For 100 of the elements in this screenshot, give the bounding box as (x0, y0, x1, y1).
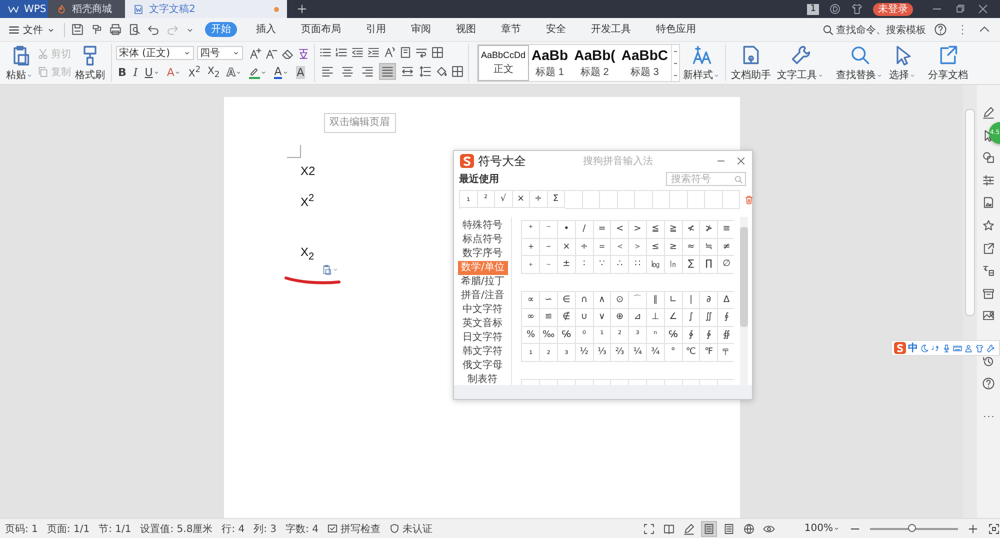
symbol-cell[interactable]: ∩ (576, 292, 594, 309)
ribbon-tab[interactable]: 章节 (495, 22, 527, 37)
symbol-cell[interactable]: ∷ (629, 256, 647, 274)
symbol-cell[interactable]: ∬ (700, 309, 718, 326)
ribbon-tab[interactable]: 安全 (540, 22, 572, 37)
symbol-cell[interactable]: ⊥ (646, 309, 665, 326)
format-painter-button[interactable]: 格式刷 (73, 44, 107, 82)
symbol-cell[interactable]: ₁ (460, 191, 478, 208)
symbol-cell[interactable]: ² (478, 191, 495, 208)
window-tab[interactable]: 文字文稿2 (125, 0, 287, 18)
symbol-cell[interactable]: ° (664, 344, 683, 362)
tool-button[interactable]: 查找替换 (833, 44, 886, 82)
symbol-cell[interactable]: > (629, 221, 647, 238)
category-item[interactable]: 拼音/注音 (458, 289, 508, 303)
tool-button[interactable]: 分享文档 (925, 44, 971, 82)
symbol-cell[interactable]: ⅓ (594, 344, 612, 362)
symbol-cell[interactable]: ½ (576, 344, 594, 362)
symbol-cell[interactable]: ⁺ (522, 221, 540, 238)
symbol-cell[interactable]: ∮ (718, 309, 734, 326)
shade-button[interactable]: A (294, 66, 308, 79)
certification-status[interactable]: 未认证 (389, 522, 432, 536)
symbol-cell[interactable]: ⊕ (611, 309, 630, 326)
symbol-cell[interactable]: ∥ (646, 292, 665, 309)
style-option[interactable]: AaBbC 标题 3 (618, 45, 671, 81)
category-item[interactable]: 中文字符 (458, 303, 508, 317)
tool-button[interactable]: 选择 (886, 44, 919, 82)
symbol-cell[interactable]: ∽ (540, 292, 558, 309)
symbol-cell[interactable]: ㏑ (664, 256, 683, 274)
category-item[interactable]: 希腊/拉丁 (458, 275, 508, 289)
file-menu[interactable]: 文件 (8, 22, 56, 36)
symbol-cell[interactable]: ∝ (522, 292, 540, 309)
symbol-cell[interactable]: ∴ (611, 256, 630, 274)
login-button[interactable]: 未登录 (873, 2, 913, 16)
paste-button[interactable]: 粘贴 (4, 44, 35, 82)
symbol-cell[interactable]: ⊿ (629, 309, 647, 326)
subscript-button[interactable]: X$_{2}$ (206, 66, 222, 79)
symbol-cell[interactable]: ≦ (646, 221, 665, 238)
category-item[interactable]: 韩文字符 (458, 345, 508, 359)
symbol-cell[interactable]: • (558, 221, 576, 238)
symbol-cell[interactable]: ＞ (629, 238, 647, 256)
symbol-cell[interactable]: ¾ (646, 344, 665, 362)
style-option[interactable]: AaBbCcDd 正文 (478, 45, 529, 81)
symbol-cell[interactable]: ⌒ (629, 292, 647, 309)
symbol-cell[interactable]: ∵ (594, 256, 612, 274)
symbol-cell[interactable]: ‰ (540, 326, 558, 344)
symbol-cell[interactable]: ≯ (700, 221, 718, 238)
ribbon-tab[interactable]: 视图 (450, 22, 482, 37)
symbol-cell[interactable]: × (512, 191, 530, 208)
symbol-cell[interactable]: ∳ (700, 326, 718, 344)
ribbon-tab[interactable]: 审阅 (405, 22, 437, 37)
symbol-cell[interactable]: ∑ (682, 256, 700, 274)
symbol-cell[interactable]: √ (495, 191, 512, 208)
input-mode-toggle[interactable]: 中 (908, 341, 918, 355)
symbol-cell[interactable]: ₁ (522, 344, 540, 362)
style-option[interactable]: AaBb( 标题 2 (571, 45, 618, 81)
ribbon-tab[interactable]: 引用 (360, 22, 392, 37)
font-dropdown[interactable]: 宋体 (正文) (116, 46, 194, 60)
symbol-cell[interactable]: ∟ (664, 292, 683, 309)
symbol-cell[interactable]: ∧ (594, 292, 612, 309)
category-item[interactable]: 数字序号 (458, 247, 508, 261)
symbol-cell[interactable]: ∞ (522, 309, 540, 326)
symbol-cell[interactable]: ∂ (700, 292, 718, 309)
symbol-cell[interactable]: ± (558, 256, 576, 274)
symbol-cell[interactable]: ≒ (700, 238, 718, 256)
italic-button[interactable]: I (131, 66, 140, 79)
symbol-cell[interactable]: ℃ (682, 344, 700, 362)
ribbon-tab[interactable]: 插入 (250, 22, 282, 37)
category-item[interactable]: 日文字符 (458, 331, 508, 345)
symbol-cell[interactable]: = (594, 221, 612, 238)
tool-button[interactable]: 文字工具 (774, 44, 827, 82)
effect-button[interactable]: A (164, 66, 184, 79)
symbol-cell[interactable]: ＜ (611, 238, 630, 256)
underline-button[interactable]: U (142, 66, 162, 79)
symbol-cell[interactable]: ⁻ (540, 221, 558, 238)
symbol-cell[interactable]: ≮ (682, 221, 700, 238)
font-size-dropdown[interactable]: 四号 (197, 46, 243, 60)
page-count-badge[interactable]: 1 (807, 4, 819, 14)
symbol-cell[interactable]: ∈ (558, 292, 576, 309)
category-item[interactable]: 制表符 (458, 373, 508, 387)
symbol-cell[interactable]: ⅔ (611, 344, 630, 362)
symbol-cell[interactable]: ≌ (540, 309, 558, 326)
symbol-cell[interactable]: ∉ (558, 309, 576, 326)
symbol-cell[interactable]: － (540, 238, 558, 256)
symbol-cell[interactable]: ∠ (664, 309, 683, 326)
category-item[interactable]: 特殊符号 (458, 219, 508, 233)
symbol-cell[interactable]: ² (611, 326, 630, 344)
symbol-cell[interactable]: ㏒ (646, 256, 665, 274)
window-tab[interactable]: 稻壳商城 (48, 0, 125, 18)
color-button[interactable]: A (272, 66, 291, 79)
symbol-cell[interactable]: % (522, 326, 540, 344)
command-search[interactable]: 查找命令、搜索模板 (822, 22, 926, 36)
header-hint[interactable]: 双击编辑页眉 (324, 113, 396, 133)
symbol-cell[interactable]: < (611, 221, 630, 238)
symbol-cell[interactable]: ＋ (522, 238, 540, 256)
symbol-cell[interactable]: ∨ (594, 309, 612, 326)
symbol-cell[interactable]: ∣ (682, 292, 700, 309)
symbol-cell[interactable]: ℉ (700, 344, 718, 362)
new-style-button[interactable]: 新样式 (680, 44, 723, 82)
symbol-cell[interactable]: ∪ (576, 309, 594, 326)
category-item[interactable]: 英文音标 (458, 317, 508, 331)
